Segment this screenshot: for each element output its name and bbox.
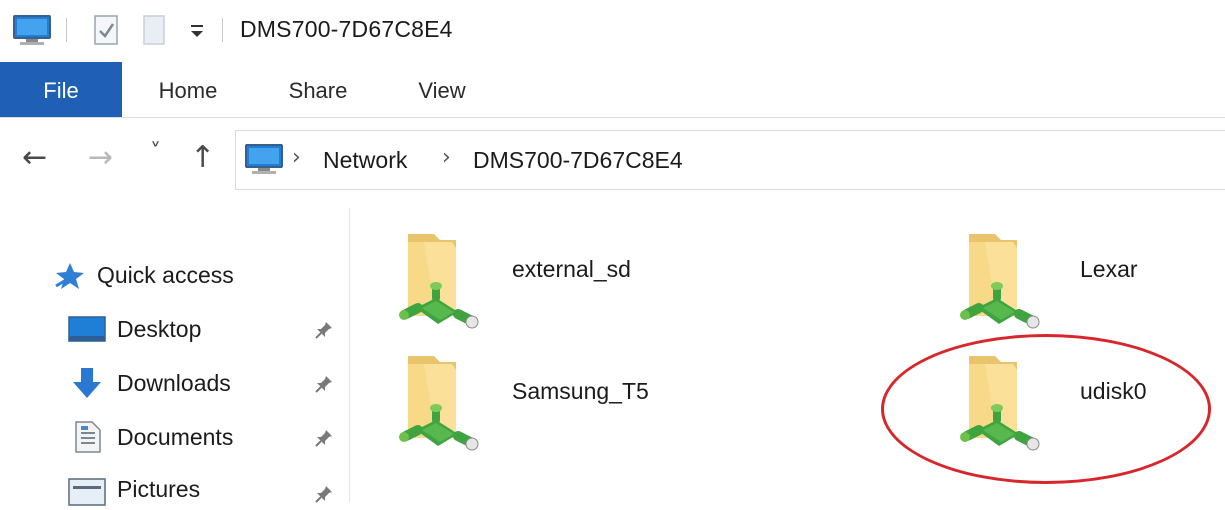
sidebar-item-label: Pictures [117,476,201,502]
tab-view[interactable]: View [394,62,490,118]
customize-qat-icon[interactable] [188,22,208,42]
computer-icon [12,14,52,46]
back-button[interactable]: ← [22,140,47,175]
sidebar-item-desktop[interactable]: Desktop [0,310,349,350]
item-label: Lexar [1080,256,1138,282]
breadcrumb-separator: › [292,145,301,170]
pin-icon [314,374,334,394]
list-item-external-sd[interactable]: external_sd [396,228,776,338]
list-item-samsung-t5[interactable]: Samsung_T5 [396,350,776,460]
pin-icon [314,428,334,448]
downloads-icon [73,368,101,398]
sidebar-item-label: Downloads [117,370,231,396]
tab-file[interactable]: File [0,62,122,118]
sidebar-item-label: Documents [117,424,234,450]
up-button[interactable]: ↑ [190,140,215,175]
sidebar-item-downloads[interactable]: Downloads [0,364,349,404]
sidebar-item-label: Quick access [97,262,234,288]
item-label: Samsung_T5 [512,378,649,404]
navigation-pane: Quick access Desktop Downloads Documents [0,208,350,506]
sidebar-item-documents[interactable]: Documents [0,418,349,458]
star-icon [55,263,84,289]
tab-home[interactable]: Home [140,62,236,118]
list-item-lexar[interactable]: Lexar [957,228,1225,338]
sidebar-item-pictures[interactable]: Pictures [0,470,349,510]
sidebar-item-label: Desktop [117,316,202,342]
item-label: external_sd [512,256,631,282]
network-share-folder-icon [957,228,1047,338]
forward-button[interactable]: → [88,140,113,175]
sidebar-item-quick-access[interactable]: Quick access [0,256,349,296]
pin-icon [314,320,334,340]
network-share-folder-icon [396,228,486,338]
highlight-ellipse [881,334,1211,484]
title-bar: DMS700-7D67C8E4 [0,0,1225,62]
divider [66,18,67,42]
tab-share[interactable]: Share [270,62,366,118]
breadcrumb-separator: › [442,145,451,170]
breadcrumb-network[interactable]: Network [323,147,407,174]
breadcrumb-device[interactable]: DMS700-7D67C8E4 [473,147,683,174]
recent-locations-button[interactable]: ˅ [150,140,161,165]
network-share-folder-icon [396,350,486,460]
new-folder-icon[interactable] [140,14,170,48]
properties-icon[interactable] [92,14,122,48]
divider [222,18,223,42]
ribbon-tabs: File Home Share View [0,62,1225,118]
address-bar[interactable]: › Network › DMS700-7D67C8E4 [235,130,1225,190]
documents-icon [75,421,101,453]
desktop-icon [68,316,106,342]
navigation-bar: ← → ˅ ↑ › Network › DMS700-7D67C8E4 [0,118,1225,208]
pin-icon [314,484,334,504]
computer-icon [244,143,284,175]
window-title: DMS700-7D67C8E4 [240,16,453,42]
